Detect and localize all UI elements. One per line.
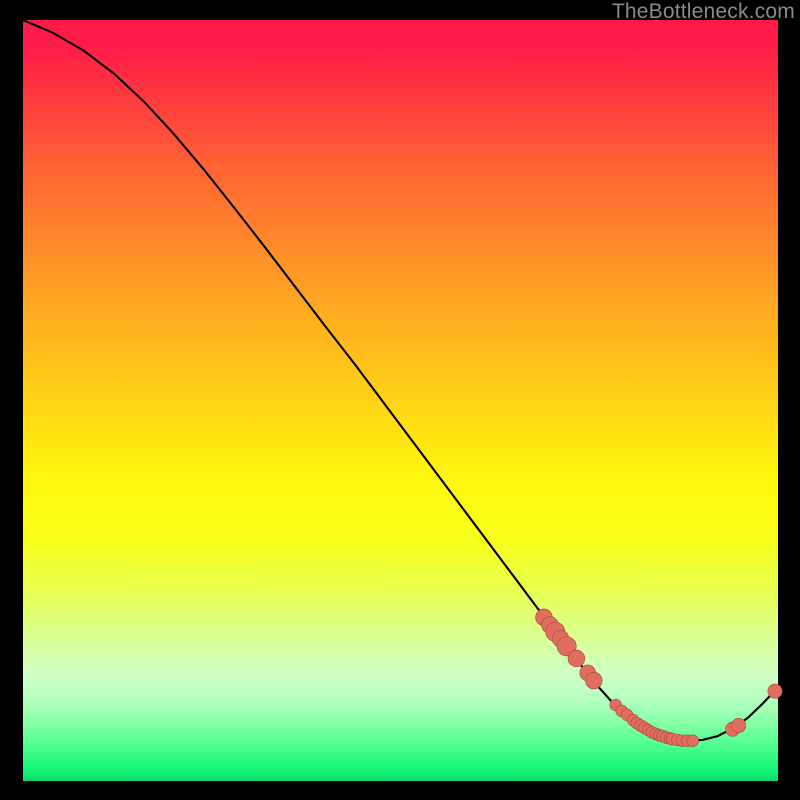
chart-svg <box>23 20 778 781</box>
chart-markers <box>536 609 783 747</box>
chart-marker <box>732 718 746 732</box>
chart-marker <box>568 650 585 667</box>
chart-marker <box>687 735 699 747</box>
chart-curve <box>23 20 778 741</box>
watermark-text: TheBottleneck.com <box>612 0 795 24</box>
chart-plot-area <box>23 20 778 781</box>
chart-marker <box>768 684 782 698</box>
chart-marker <box>585 672 602 689</box>
chart-frame: TheBottleneck.com <box>0 0 800 800</box>
